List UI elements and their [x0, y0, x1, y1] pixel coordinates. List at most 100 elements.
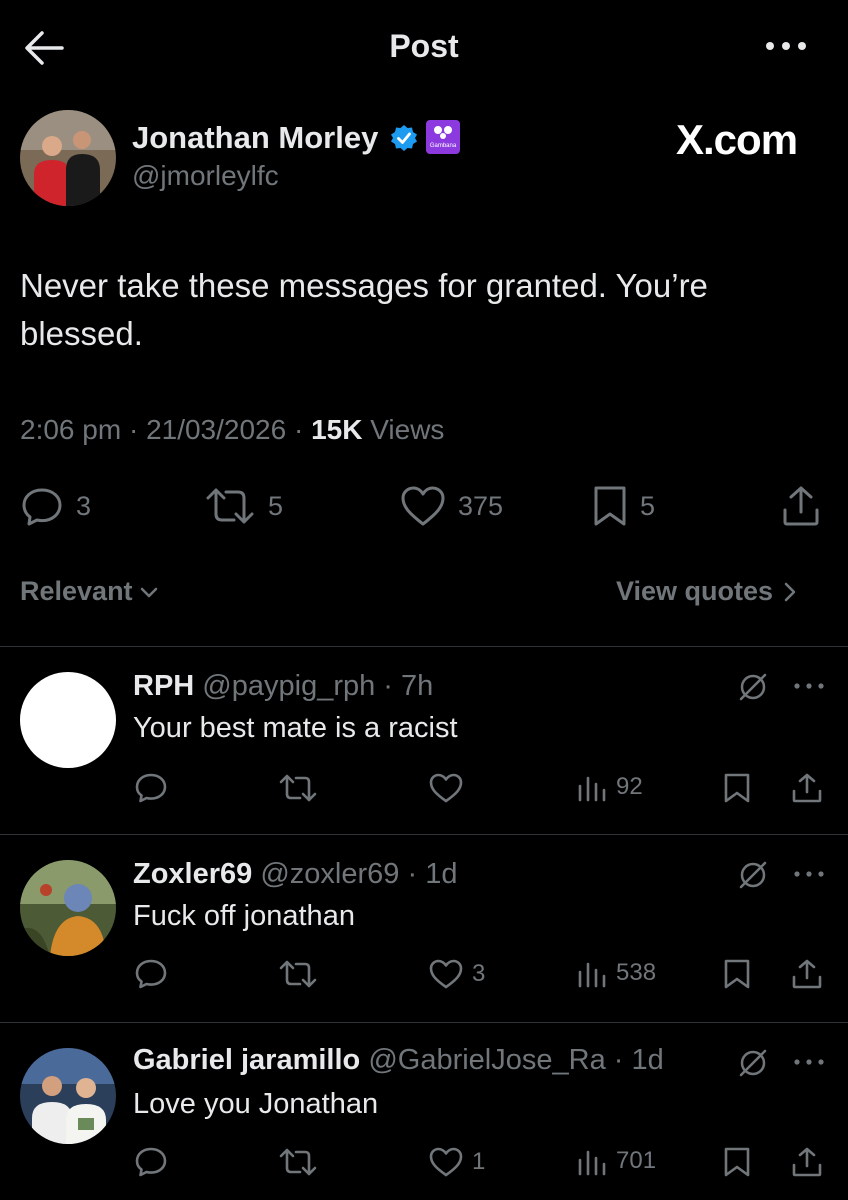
repost-icon — [206, 488, 254, 524]
reply-share-button[interactable] — [790, 958, 824, 990]
reply-more-button[interactable] — [792, 868, 826, 880]
views-label: Views — [370, 414, 445, 445]
author-avatar[interactable] — [20, 110, 116, 206]
reply-avatar[interactable] — [20, 1048, 116, 1144]
reply-handle[interactable]: @zoxler69 — [260, 858, 399, 890]
share-icon — [792, 959, 822, 989]
reply-icon — [135, 959, 167, 989]
reply-text: Your best mate is a racist — [133, 712, 458, 744]
more-horizontal-icon — [794, 871, 824, 877]
more-options-button[interactable] — [764, 36, 808, 56]
reply-views-button[interactable]: 701 — [576, 1146, 656, 1176]
reply-time: 7h — [401, 670, 434, 702]
reply-reply-button[interactable] — [134, 958, 168, 990]
divider — [0, 646, 848, 647]
reply-header: Gabriel jaramillo @GabrielJose_Ra · 1d — [133, 1044, 664, 1076]
grok-button[interactable] — [736, 1046, 770, 1080]
reply-views-button[interactable]: 92 — [576, 772, 643, 802]
reply-like-button[interactable]: 1 — [428, 1146, 485, 1178]
view-quotes-link[interactable]: View quotes — [616, 576, 797, 607]
sort-dropdown[interactable]: Relevant — [20, 576, 159, 607]
chevron-right-icon — [784, 582, 796, 601]
like-count: 375 — [458, 490, 504, 521]
reply-repost-button[interactable] — [278, 772, 318, 804]
reply-bookmark-button[interactable] — [722, 958, 752, 990]
grok-icon — [739, 673, 767, 701]
reply-share-button[interactable] — [790, 772, 824, 804]
views-count: 15K — [311, 414, 363, 445]
reply-avatar[interactable] — [20, 860, 116, 956]
repost-icon — [279, 960, 317, 988]
reply-handle[interactable]: @GabrielJose_Ra — [368, 1044, 605, 1076]
reply-header: RPH @paypig_rph · 7h — [133, 670, 434, 702]
watermark-text: X.com — [676, 116, 798, 163]
reply-bookmark-button[interactable] — [722, 772, 752, 804]
reply-text: Love you Jonathan — [133, 1088, 379, 1120]
reply-view-count: 92 — [616, 773, 643, 800]
chevron-down-icon — [140, 587, 157, 597]
repost-icon — [279, 1148, 317, 1176]
reply-time: 1d — [631, 1044, 664, 1076]
share-icon — [792, 1147, 822, 1177]
reply-handle[interactable]: @paypig_rph — [202, 670, 375, 702]
repost-count: 5 — [268, 490, 284, 521]
tweet-text: Never take these messages for granted. Y… — [20, 267, 708, 352]
share-icon — [783, 486, 819, 526]
bookmark-count: 5 — [640, 490, 656, 521]
reply-repost-button[interactable] — [278, 1146, 318, 1178]
reply-like-button[interactable]: 3 — [428, 958, 485, 990]
grok-button[interactable] — [736, 858, 770, 892]
share-button[interactable] — [780, 484, 822, 528]
reply-author-name[interactable]: Zoxler69 — [133, 858, 252, 890]
author-name[interactable]: Jonathan Morley — [132, 120, 378, 156]
reply-count: 3 — [76, 490, 92, 521]
reply-avatar[interactable] — [20, 672, 116, 768]
divider — [0, 834, 848, 835]
reply-icon — [22, 488, 62, 526]
tweet-date[interactable]: 21/03/2026 — [146, 414, 286, 445]
bookmark-icon — [594, 486, 626, 526]
reply-reply-button[interactable] — [134, 772, 168, 804]
reply-text: Fuck off jonathan — [133, 900, 355, 932]
reply-bookmark-button[interactable] — [722, 1146, 752, 1178]
reply-button[interactable]: 3 — [20, 484, 91, 528]
grok-button[interactable] — [736, 670, 770, 704]
tweet-meta: 2:06 pm · 21/03/2026 · 15K Views — [20, 414, 445, 445]
grok-icon — [739, 861, 767, 889]
like-button[interactable]: 375 — [400, 484, 503, 528]
reply-like-count: 1 — [472, 1148, 486, 1175]
tweet-time[interactable]: 2:06 pm — [20, 414, 121, 445]
author-handle[interactable]: @jmorleylfc — [132, 160, 279, 192]
reply-more-button[interactable] — [792, 1056, 826, 1068]
reply-author-name[interactable]: RPH — [133, 670, 194, 702]
page-title: Post — [389, 28, 459, 64]
reply-share-button[interactable] — [790, 1146, 824, 1178]
reply-views-button[interactable]: 538 — [576, 958, 656, 988]
bar-chart-icon — [578, 776, 606, 802]
grok-icon — [739, 1049, 767, 1077]
reply-icon — [135, 1147, 167, 1177]
reply-author-name[interactable]: Gabriel jaramillo — [133, 1044, 360, 1076]
view-quotes-label: View quotes — [616, 576, 774, 606]
affiliate-logo-icon — [434, 126, 452, 139]
verified-badge-icon — [390, 124, 418, 152]
bookmark-button[interactable]: 5 — [592, 484, 655, 528]
heart-icon — [429, 1147, 463, 1177]
more-horizontal-icon — [794, 1059, 824, 1065]
reply-repost-button[interactable] — [278, 958, 318, 990]
repost-button[interactable]: 5 — [204, 484, 283, 528]
bar-chart-icon — [578, 962, 606, 988]
divider — [0, 1022, 848, 1023]
bar-chart-icon — [578, 1150, 606, 1176]
reply-reply-button[interactable] — [134, 1146, 168, 1178]
more-horizontal-icon — [794, 683, 824, 689]
reply-like-button[interactable] — [428, 772, 472, 804]
heart-icon — [401, 486, 445, 526]
reply-header: Zoxler69 @zoxler69 · 1d — [133, 858, 458, 890]
bookmark-icon — [724, 959, 750, 989]
bookmark-icon — [724, 773, 750, 803]
more-horizontal-icon — [766, 42, 806, 50]
repost-icon — [279, 774, 317, 802]
sort-label: Relevant — [20, 576, 133, 606]
reply-more-button[interactable] — [792, 680, 826, 692]
